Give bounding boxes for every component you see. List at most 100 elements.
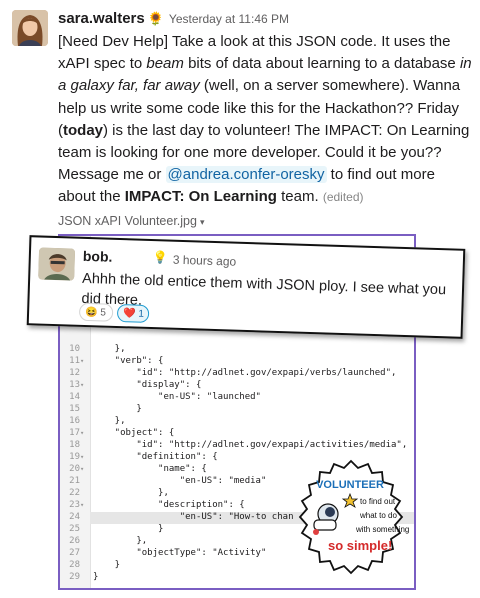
lightbulb-icon: 💡	[152, 250, 169, 265]
code-text: },	[93, 488, 169, 498]
code-text: "name": {	[93, 464, 207, 474]
code-line: 23▾ "description": {	[60, 500, 245, 512]
reply-timestamp[interactable]: 3 hours ago	[173, 253, 237, 269]
code-text: "description": {	[93, 500, 245, 510]
code-line: 21 "en-US": "media"	[60, 476, 266, 488]
code-text: "en-US": "launched"	[93, 392, 261, 402]
msg-text: [Need Dev Help]	[58, 33, 169, 50]
user-mention-link[interactable]: @andrea.confer-oresky	[165, 166, 327, 184]
msg-italic: beam	[146, 55, 184, 73]
code-text: }	[93, 560, 121, 570]
line-number: 12	[69, 368, 80, 378]
fold-arrow-icon: ▾	[80, 501, 85, 509]
reaction-count: 1	[138, 308, 145, 320]
message-body: [Need Dev Help] Take a look at this JSON…	[58, 31, 476, 209]
attachment-filename[interactable]: JSON xAPI Volunteer.jpg	[58, 214, 197, 228]
code-text: "id": "http://adlnet.gov/expapi/verbs/la…	[93, 368, 397, 378]
fold-arrow-icon: ▾	[80, 465, 85, 473]
code-text: "verb": {	[93, 356, 164, 366]
code-line: 18 "id": "http://adlnet.gov/expapi/activ…	[60, 440, 407, 452]
volunteer-badge: VOLUNTEER to find out what to do with so…	[298, 459, 409, 575]
code-text: "definition": {	[93, 452, 218, 462]
line-number: 16	[69, 416, 80, 426]
code-line: 16 },	[60, 416, 126, 428]
code-line: 27 "objectType": "Activity"	[60, 548, 266, 560]
heart-emoji-icon: ❤️	[122, 308, 136, 320]
code-text: }	[93, 572, 99, 582]
code-text: }	[93, 404, 142, 414]
badge-title: VOLUNTEER	[316, 479, 384, 491]
status-emoji-icon: 🌻	[147, 11, 164, 26]
code-text: "id": "http://adlnet.gov/expapi/activiti…	[93, 440, 408, 450]
line-number: 28	[69, 560, 80, 570]
fold-arrow-icon: ▾	[80, 429, 85, 437]
code-text: "en-US": "How-to chan	[93, 512, 294, 522]
sender-avatar[interactable]	[12, 10, 48, 46]
code-line: 11▾ "verb": {	[60, 356, 163, 368]
line-number: 29	[69, 572, 80, 582]
code-text: }	[93, 524, 164, 534]
badge-text: with something	[355, 525, 409, 534]
line-number: 11	[69, 356, 80, 366]
code-text: "display": {	[93, 380, 202, 390]
line-number: 25	[69, 524, 80, 534]
code-line: 28 }	[60, 560, 120, 572]
code-line: 20▾ "name": {	[60, 464, 207, 476]
msg-bold: today	[63, 121, 104, 139]
line-number: 10	[69, 344, 80, 354]
line-number: 13	[69, 380, 80, 390]
code-line: 29}	[60, 572, 98, 584]
code-line: 22 },	[60, 488, 169, 500]
code-line: 25 }	[60, 524, 163, 536]
line-number: 19	[69, 452, 80, 462]
attachment-name[interactable]: JSON xAPI Volunteer.jpg ▾	[58, 214, 205, 228]
chevron-down-icon[interactable]: ▾	[200, 217, 205, 227]
fold-arrow-icon: ▾	[80, 381, 85, 389]
msg-text: team.	[276, 188, 319, 206]
line-number: 20	[69, 464, 80, 474]
code-text: "en-US": "media"	[93, 476, 267, 486]
line-number: 24	[69, 512, 80, 522]
line-number: 15	[69, 404, 80, 414]
code-text: },	[93, 416, 126, 426]
line-number: 21	[69, 476, 80, 486]
fold-arrow-icon: ▾	[80, 357, 85, 365]
code-line: 10 },	[60, 344, 126, 356]
code-line: 26 },	[60, 536, 147, 548]
code-text: },	[93, 344, 126, 354]
code-line: 13▾ "display": {	[60, 380, 201, 392]
reaction-heart[interactable]: ❤️ 1	[116, 303, 150, 323]
code-line: 15 }	[60, 404, 142, 416]
line-number: 14	[69, 392, 80, 402]
line-number: 22	[69, 488, 80, 498]
timestamp[interactable]: Yesterday at 11:46 PM	[169, 12, 289, 26]
code-text: "objectType": "Activity"	[93, 548, 267, 558]
line-number: 27	[69, 548, 80, 558]
reaction-count: 5	[100, 307, 107, 319]
code-text: "object": {	[93, 428, 175, 438]
msg-bold: IMPACT: On Learning	[124, 188, 277, 206]
sender-name[interactable]: sara.walters	[58, 10, 145, 27]
code-line: 24 "en-US": "How-to chan	[60, 512, 293, 524]
badge-text: what to do	[359, 511, 397, 520]
reply-author[interactable]: bob.	[83, 248, 113, 265]
edited-label: (edited)	[322, 190, 364, 205]
code-line: 12 "id": "http://adlnet.gov/expapi/verbs…	[60, 368, 396, 380]
fold-arrow-icon: ▾	[80, 453, 85, 461]
message-header: sara.walters 🌻 Yesterday at 11:46 PM	[58, 10, 289, 30]
code-line: 19▾ "definition": {	[60, 452, 218, 464]
line-number: 26	[69, 536, 80, 546]
line-number: 23	[69, 500, 80, 510]
badge-slogan: so simple!	[328, 538, 392, 553]
code-line: 14 "en-US": "launched"	[60, 392, 261, 404]
bob-avatar[interactable]	[38, 247, 76, 281]
line-number: 17	[69, 428, 80, 438]
line-number: 18	[69, 440, 80, 450]
reaction-laugh[interactable]: 😆 5	[78, 302, 114, 322]
code-text: },	[93, 536, 148, 546]
laughing-emoji-icon: 😆	[84, 306, 98, 319]
reply-popup: bob. 💡 3 hours ago Ahhh the old entice t…	[26, 235, 466, 339]
msg-text: bits of data about learning to a databas…	[183, 55, 460, 73]
code-line: 17▾ "object": {	[60, 428, 174, 440]
badge-text: to find out	[360, 497, 396, 506]
